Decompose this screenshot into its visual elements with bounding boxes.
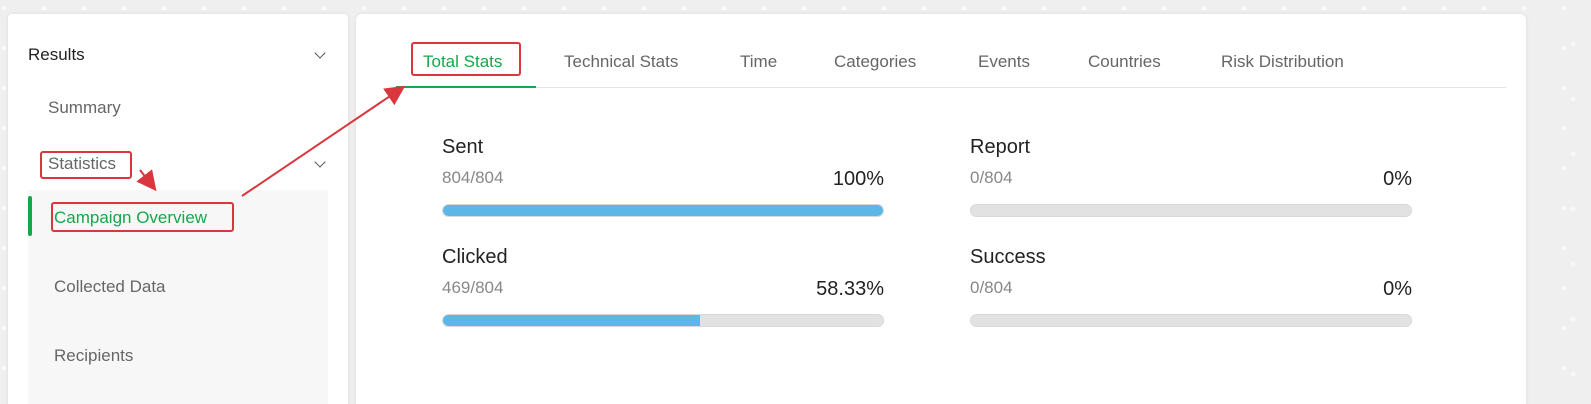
stat-label: Sent [442, 136, 484, 158]
stat-label: Clicked [442, 246, 508, 268]
tab-risk-distribution[interactable]: Risk Distribution [1221, 52, 1344, 72]
sidebar-item-summary[interactable]: Summary [48, 98, 121, 118]
stat-count: 0/804 [970, 278, 1013, 297]
progress-fill [443, 205, 883, 216]
annotation-box-campaign-overview [51, 202, 234, 232]
stat-label: Report [970, 136, 1031, 158]
tab-categories[interactable]: Categories [834, 52, 916, 72]
chevron-down-icon[interactable] [314, 47, 326, 59]
stat-label: Success [970, 246, 1046, 268]
progress-bar [442, 204, 884, 217]
main-panel: Total Stats Technical Stats Time Categor… [356, 14, 1526, 404]
annotation-box-statistics [40, 151, 132, 179]
active-indicator [28, 196, 32, 236]
stat-percent: 100% [832, 168, 884, 190]
annotation-box-total-stats [411, 42, 521, 76]
stat-percent: 58.33% [816, 278, 884, 300]
tab-technical-stats[interactable]: Technical Stats [564, 52, 678, 72]
sidebar-item-recipients[interactable]: Recipients [54, 346, 133, 366]
progress-bar [442, 314, 884, 327]
chevron-down-icon[interactable] [314, 156, 326, 168]
sidebar-item-collected-data[interactable]: Collected Data [54, 277, 166, 297]
stat-percent: 0% [1383, 168, 1412, 190]
progress-fill [443, 315, 700, 326]
stat-percent: 0% [1383, 278, 1412, 300]
stat-count: 804/804 [442, 168, 504, 187]
tab-bar: Total Stats Technical Stats Time Categor… [396, 42, 1506, 88]
progress-bar [970, 204, 1412, 217]
tab-countries[interactable]: Countries [1088, 52, 1161, 72]
stat-count: 0/804 [970, 168, 1013, 187]
progress-bar [970, 314, 1412, 327]
sidebar: Results Summary Statistics Campaign Over… [8, 14, 348, 404]
tab-time[interactable]: Time [740, 52, 777, 72]
active-tab-underline [396, 86, 536, 88]
tab-events[interactable]: Events [978, 52, 1030, 72]
stat-count: 469/804 [442, 278, 504, 297]
sidebar-section-results[interactable]: Results [28, 45, 85, 65]
